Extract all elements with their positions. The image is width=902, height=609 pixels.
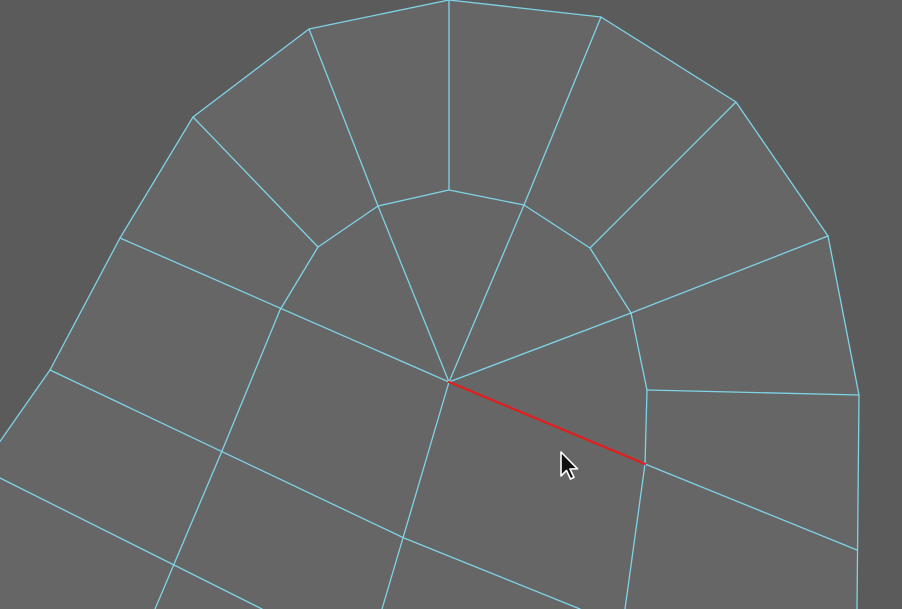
3d-viewport[interactable] [0,0,902,609]
